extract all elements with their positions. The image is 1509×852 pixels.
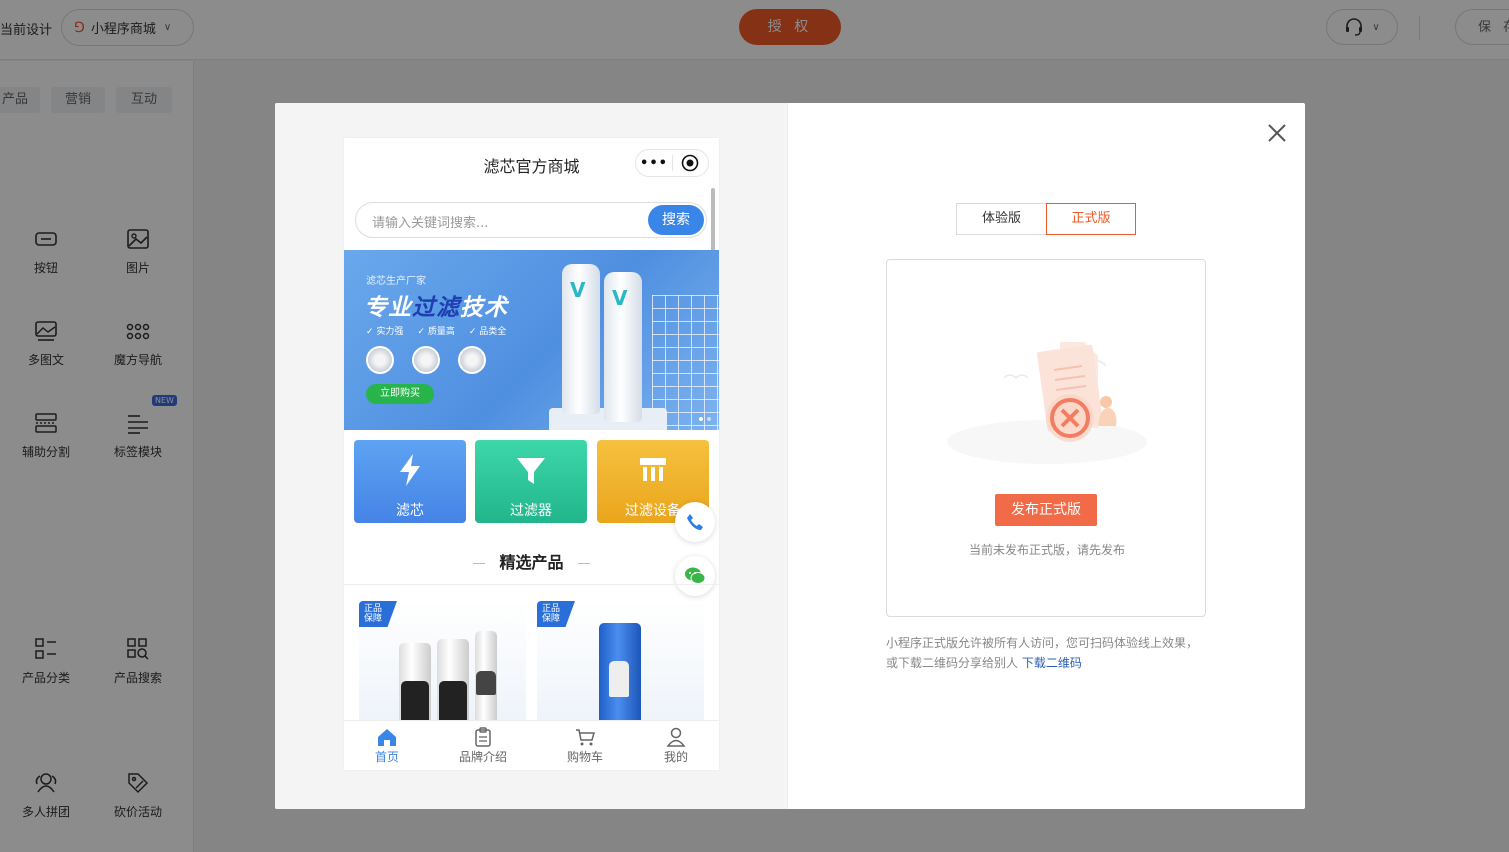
headline-part-b: 过滤 [412,295,460,321]
banner-headline: 专业过滤技术 [364,288,508,322]
promo-banner[interactable]: 滤芯生产厂家 专业过滤技术 ✓ 实力强 ✓ 质量高 ✓ 品类全 立即购买 V V [344,250,719,430]
tab-brand-intro[interactable]: 品牌介绍 [443,727,523,765]
category-label: 滤芯 [396,503,424,519]
headline-part-c: 技术 [460,295,508,321]
filter-cartridge-image: V [562,264,600,414]
user-icon [666,727,686,747]
banner-factory-label: 滤芯生产厂家 [366,276,426,287]
category-label: 过滤器 [510,503,552,519]
banner-pagination[interactable] [699,417,711,421]
product-label [609,661,629,697]
banner-features: ✓ 实力强 ✓ 质量高 ✓ 品类全 [366,324,506,337]
authentic-badge: 正品 保障 [359,601,397,627]
check-icon: ✓ 品类全 [468,327,507,337]
headline-part-a: 专业 [364,295,412,321]
product-label [476,671,496,695]
qr-code-panel: 发布正式版 当前未发布正式版，请先发布 [886,259,1206,617]
home-icon [378,729,396,746]
filter-media-thumb [458,346,486,374]
buy-now-button[interactable]: 立即购买 [366,384,434,404]
lightning-icon [400,454,420,486]
search-input[interactable]: 请输入关键词搜索... 搜索 [355,202,707,238]
funnel-icon [517,458,545,484]
not-published-illustration [947,342,1147,464]
empty-state-text: 当前未发布正式版，请先发布 [968,543,1125,557]
filter-media-thumb [412,346,440,374]
publish-modal: 滤芯官方商城 ••• 请输入关键词搜索... 搜索 滤芯生产厂家 专业过滤技术 … [275,103,1305,809]
bottom-tabbar: 首页 品牌介绍 购物车 我的 [344,720,719,770]
section-divider [344,584,719,585]
close-icon[interactable] [1265,121,1289,145]
section-title: 精选产品 [344,549,719,573]
publish-description: 小程序正式版允许被所有人访问，您可扫码体验线上效果，或下载二维码分享给别人 下载… [886,633,1208,673]
tab-cart[interactable]: 购物车 [545,727,625,765]
filter-media-thumb [366,346,394,374]
tab-home[interactable]: 首页 [347,727,427,765]
phone-call-button[interactable] [675,502,715,542]
more-dots-icon[interactable]: ••• [636,156,672,171]
close-target-icon[interactable] [673,154,708,172]
category-filter[interactable]: 过滤器 [475,440,587,523]
tab-profile[interactable]: 我的 [636,727,716,765]
version-tabs: 体验版 正式版 [956,203,1136,235]
filter-cartridge-image: V [604,272,642,422]
search-button[interactable]: 搜索 [648,205,704,235]
tab-release-version[interactable]: 正式版 [1046,203,1136,235]
category-filter-element[interactable]: 滤芯 [354,440,466,523]
equipment-icon [640,458,666,481]
product-card[interactable]: 正品 保障 [537,601,704,726]
phone-preview-pane: 滤芯官方商城 ••• 请输入关键词搜索... 搜索 滤芯生产厂家 专业过滤技术 … [275,103,788,809]
search-placeholder: 请输入关键词搜索... [372,216,489,231]
download-qr-link[interactable]: 下载二维码 [1022,656,1082,670]
product-card[interactable]: 正品 保障 [359,601,526,726]
capsule-menu[interactable]: ••• [635,149,709,177]
phone-icon [687,514,703,530]
tab-trial-version[interactable]: 体验版 [956,203,1046,235]
check-icon: ✓ 实力强 [366,327,404,337]
authentic-badge: 正品 保障 [537,601,575,627]
check-icon: ✓ 质量高 [417,327,455,337]
phone-preview: 滤芯官方商城 ••• 请输入关键词搜索... 搜索 滤芯生产厂家 专业过滤技术 … [344,138,719,770]
cart-icon [576,729,595,746]
filter-media-thumbnails [366,346,486,374]
clipboard-icon [475,727,491,747]
publish-release-button[interactable]: 发布正式版 [995,494,1097,526]
